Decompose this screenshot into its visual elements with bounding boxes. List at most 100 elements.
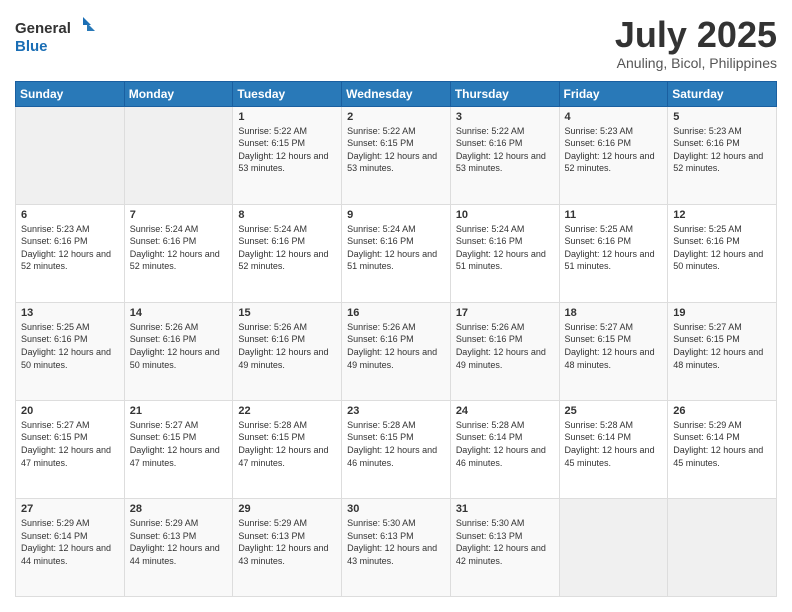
day-number: 16 [347, 307, 445, 319]
day-info: Sunrise: 5:30 AM Sunset: 6:13 PM Dayligh… [347, 517, 445, 567]
day-info: Sunrise: 5:22 AM Sunset: 6:16 PM Dayligh… [456, 125, 554, 175]
day-number: 3 [456, 111, 554, 123]
day-info: Sunrise: 5:28 AM Sunset: 6:15 PM Dayligh… [238, 419, 336, 469]
day-number: 22 [238, 405, 336, 417]
header-wednesday: Wednesday [342, 81, 451, 106]
day-number: 31 [456, 503, 554, 515]
header-tuesday: Tuesday [233, 81, 342, 106]
calendar-cell: 21 Sunrise: 5:27 AM Sunset: 6:15 PM Dayli… [124, 400, 233, 498]
calendar-cell: 24Sunrise: 5:28 AM Sunset: 6:14 PM Dayli… [450, 400, 559, 498]
day-number: 15 [238, 307, 336, 319]
day-info: Sunrise: 5:24 AM Sunset: 6:16 PM Dayligh… [238, 223, 336, 273]
day-info: Sunrise: 5:29 AM Sunset: 6:13 PM Dayligh… [238, 517, 336, 567]
calendar-cell: 18 Sunrise: 5:27 AM Sunset: 6:15 PM Dayli… [559, 302, 668, 400]
calendar-cell: 26 Sunrise: 5:29 AM Sunset: 6:14 PM Dayli… [668, 400, 777, 498]
calendar-cell: 31 Sunrise: 5:30 AM Sunset: 6:13 PM Dayli… [450, 498, 559, 596]
day-number: 21 [130, 405, 228, 417]
calendar-cell: 3 Sunrise: 5:22 AM Sunset: 6:16 PM Daylig… [450, 106, 559, 204]
day-info: Sunrise: 5:23 AM Sunset: 6:16 PM Dayligh… [565, 125, 663, 175]
calendar-cell: 16 Sunrise: 5:26 AM Sunset: 6:16 PM Dayli… [342, 302, 451, 400]
calendar-cell: 11Sunrise: 5:25 AM Sunset: 6:16 PM Dayli… [559, 204, 668, 302]
calendar-cell: 20 Sunrise: 5:27 AM Sunset: 6:15 PM Dayli… [16, 400, 125, 498]
svg-text:General: General [15, 20, 71, 37]
week-row-4: 20 Sunrise: 5:27 AM Sunset: 6:15 PM Dayli… [16, 400, 777, 498]
day-info: Sunrise: 5:27 AM Sunset: 6:15 PM Dayligh… [130, 419, 228, 469]
day-number: 5 [673, 111, 771, 123]
day-info: Sunrise: 5:23 AM Sunset: 6:16 PM Dayligh… [673, 125, 771, 175]
day-number: 9 [347, 209, 445, 221]
day-number: 1 [238, 111, 336, 123]
header-monday: Monday [124, 81, 233, 106]
day-number: 24 [456, 405, 554, 417]
header-friday: Friday [559, 81, 668, 106]
day-info: Sunrise: 5:25 AM Sunset: 6:16 PM Dayligh… [673, 223, 771, 273]
day-info: Sunrise: 5:22 AM Sunset: 6:15 PM Dayligh… [347, 125, 445, 175]
calendar-cell: 8Sunrise: 5:24 AM Sunset: 6:16 PM Daylig… [233, 204, 342, 302]
day-info: Sunrise: 5:30 AM Sunset: 6:13 PM Dayligh… [456, 517, 554, 567]
calendar-cell: 23Sunrise: 5:28 AM Sunset: 6:15 PM Dayli… [342, 400, 451, 498]
day-info: Sunrise: 5:25 AM Sunset: 6:16 PM Dayligh… [565, 223, 663, 273]
day-number: 29 [238, 503, 336, 515]
day-info: Sunrise: 5:27 AM Sunset: 6:15 PM Dayligh… [673, 321, 771, 371]
day-number: 18 [565, 307, 663, 319]
subtitle: Anuling, Bicol, Philippines [615, 55, 777, 71]
calendar-cell: 29 Sunrise: 5:29 AM Sunset: 6:13 PM Dayli… [233, 498, 342, 596]
calendar-table: SundayMondayTuesdayWednesdayThursdayFrid… [15, 81, 777, 597]
day-info: Sunrise: 5:26 AM Sunset: 6:16 PM Dayligh… [347, 321, 445, 371]
day-number: 26 [673, 405, 771, 417]
day-info: Sunrise: 5:29 AM Sunset: 6:13 PM Dayligh… [130, 517, 228, 567]
week-row-3: 13 Sunrise: 5:25 AM Sunset: 6:16 PM Dayli… [16, 302, 777, 400]
header-sunday: Sunday [16, 81, 125, 106]
calendar-cell [668, 498, 777, 596]
calendar-cell: 30 Sunrise: 5:30 AM Sunset: 6:13 PM Dayli… [342, 498, 451, 596]
calendar-cell [559, 498, 668, 596]
day-info: Sunrise: 5:25 AM Sunset: 6:16 PM Dayligh… [21, 321, 119, 371]
day-info: Sunrise: 5:28 AM Sunset: 6:14 PM Dayligh… [565, 419, 663, 469]
week-row-1: 1 Sunrise: 5:22 AM Sunset: 6:15 PM Daylig… [16, 106, 777, 204]
day-info: Sunrise: 5:29 AM Sunset: 6:14 PM Dayligh… [21, 517, 119, 567]
calendar-cell: 6Sunrise: 5:23 AM Sunset: 6:16 PM Daylig… [16, 204, 125, 302]
day-number: 17 [456, 307, 554, 319]
day-info: Sunrise: 5:24 AM Sunset: 6:16 PM Dayligh… [456, 223, 554, 273]
calendar-cell: 19 Sunrise: 5:27 AM Sunset: 6:15 PM Dayli… [668, 302, 777, 400]
calendar-cell: 12 Sunrise: 5:25 AM Sunset: 6:16 PM Dayli… [668, 204, 777, 302]
day-number: 27 [21, 503, 119, 515]
day-info: Sunrise: 5:27 AM Sunset: 6:15 PM Dayligh… [21, 419, 119, 469]
calendar-cell [16, 106, 125, 204]
week-row-2: 6Sunrise: 5:23 AM Sunset: 6:16 PM Daylig… [16, 204, 777, 302]
calendar-cell: 25Sunrise: 5:28 AM Sunset: 6:14 PM Dayli… [559, 400, 668, 498]
day-number: 7 [130, 209, 228, 221]
day-number: 13 [21, 307, 119, 319]
calendar-body: 1 Sunrise: 5:22 AM Sunset: 6:15 PM Daylig… [16, 106, 777, 596]
calendar-cell: 13 Sunrise: 5:25 AM Sunset: 6:16 PM Dayli… [16, 302, 125, 400]
calendar-cell: 17 Sunrise: 5:26 AM Sunset: 6:16 PM Dayli… [450, 302, 559, 400]
calendar-cell: 4 Sunrise: 5:23 AM Sunset: 6:16 PM Daylig… [559, 106, 668, 204]
calendar-cell: 14Sunrise: 5:26 AM Sunset: 6:16 PM Dayli… [124, 302, 233, 400]
calendar-cell: 5 Sunrise: 5:23 AM Sunset: 6:16 PM Daylig… [668, 106, 777, 204]
title-block: July 2025 Anuling, Bicol, Philippines [615, 15, 777, 71]
day-number: 4 [565, 111, 663, 123]
day-number: 12 [673, 209, 771, 221]
day-number: 30 [347, 503, 445, 515]
svg-text:Blue: Blue [15, 38, 48, 55]
day-info: Sunrise: 5:24 AM Sunset: 6:16 PM Dayligh… [347, 223, 445, 273]
calendar-cell: 7Sunrise: 5:24 AM Sunset: 6:16 PM Daylig… [124, 204, 233, 302]
day-number: 23 [347, 405, 445, 417]
header: General Blue July 2025 Anuling, Bicol, P… [15, 15, 777, 71]
calendar-cell: 10Sunrise: 5:24 AM Sunset: 6:16 PM Dayli… [450, 204, 559, 302]
logo-svg: General Blue [15, 15, 95, 57]
day-number: 19 [673, 307, 771, 319]
day-info: Sunrise: 5:26 AM Sunset: 6:16 PM Dayligh… [130, 321, 228, 371]
main-title: July 2025 [615, 15, 777, 55]
day-info: Sunrise: 5:26 AM Sunset: 6:16 PM Dayligh… [238, 321, 336, 371]
day-info: Sunrise: 5:27 AM Sunset: 6:15 PM Dayligh… [565, 321, 663, 371]
day-number: 28 [130, 503, 228, 515]
calendar-cell [124, 106, 233, 204]
day-info: Sunrise: 5:26 AM Sunset: 6:16 PM Dayligh… [456, 321, 554, 371]
week-row-5: 27 Sunrise: 5:29 AM Sunset: 6:14 PM Dayli… [16, 498, 777, 596]
day-info: Sunrise: 5:29 AM Sunset: 6:14 PM Dayligh… [673, 419, 771, 469]
calendar-cell: 9 Sunrise: 5:24 AM Sunset: 6:16 PM Daylig… [342, 204, 451, 302]
day-info: Sunrise: 5:23 AM Sunset: 6:16 PM Dayligh… [21, 223, 119, 273]
day-number: 20 [21, 405, 119, 417]
day-info: Sunrise: 5:22 AM Sunset: 6:15 PM Dayligh… [238, 125, 336, 175]
